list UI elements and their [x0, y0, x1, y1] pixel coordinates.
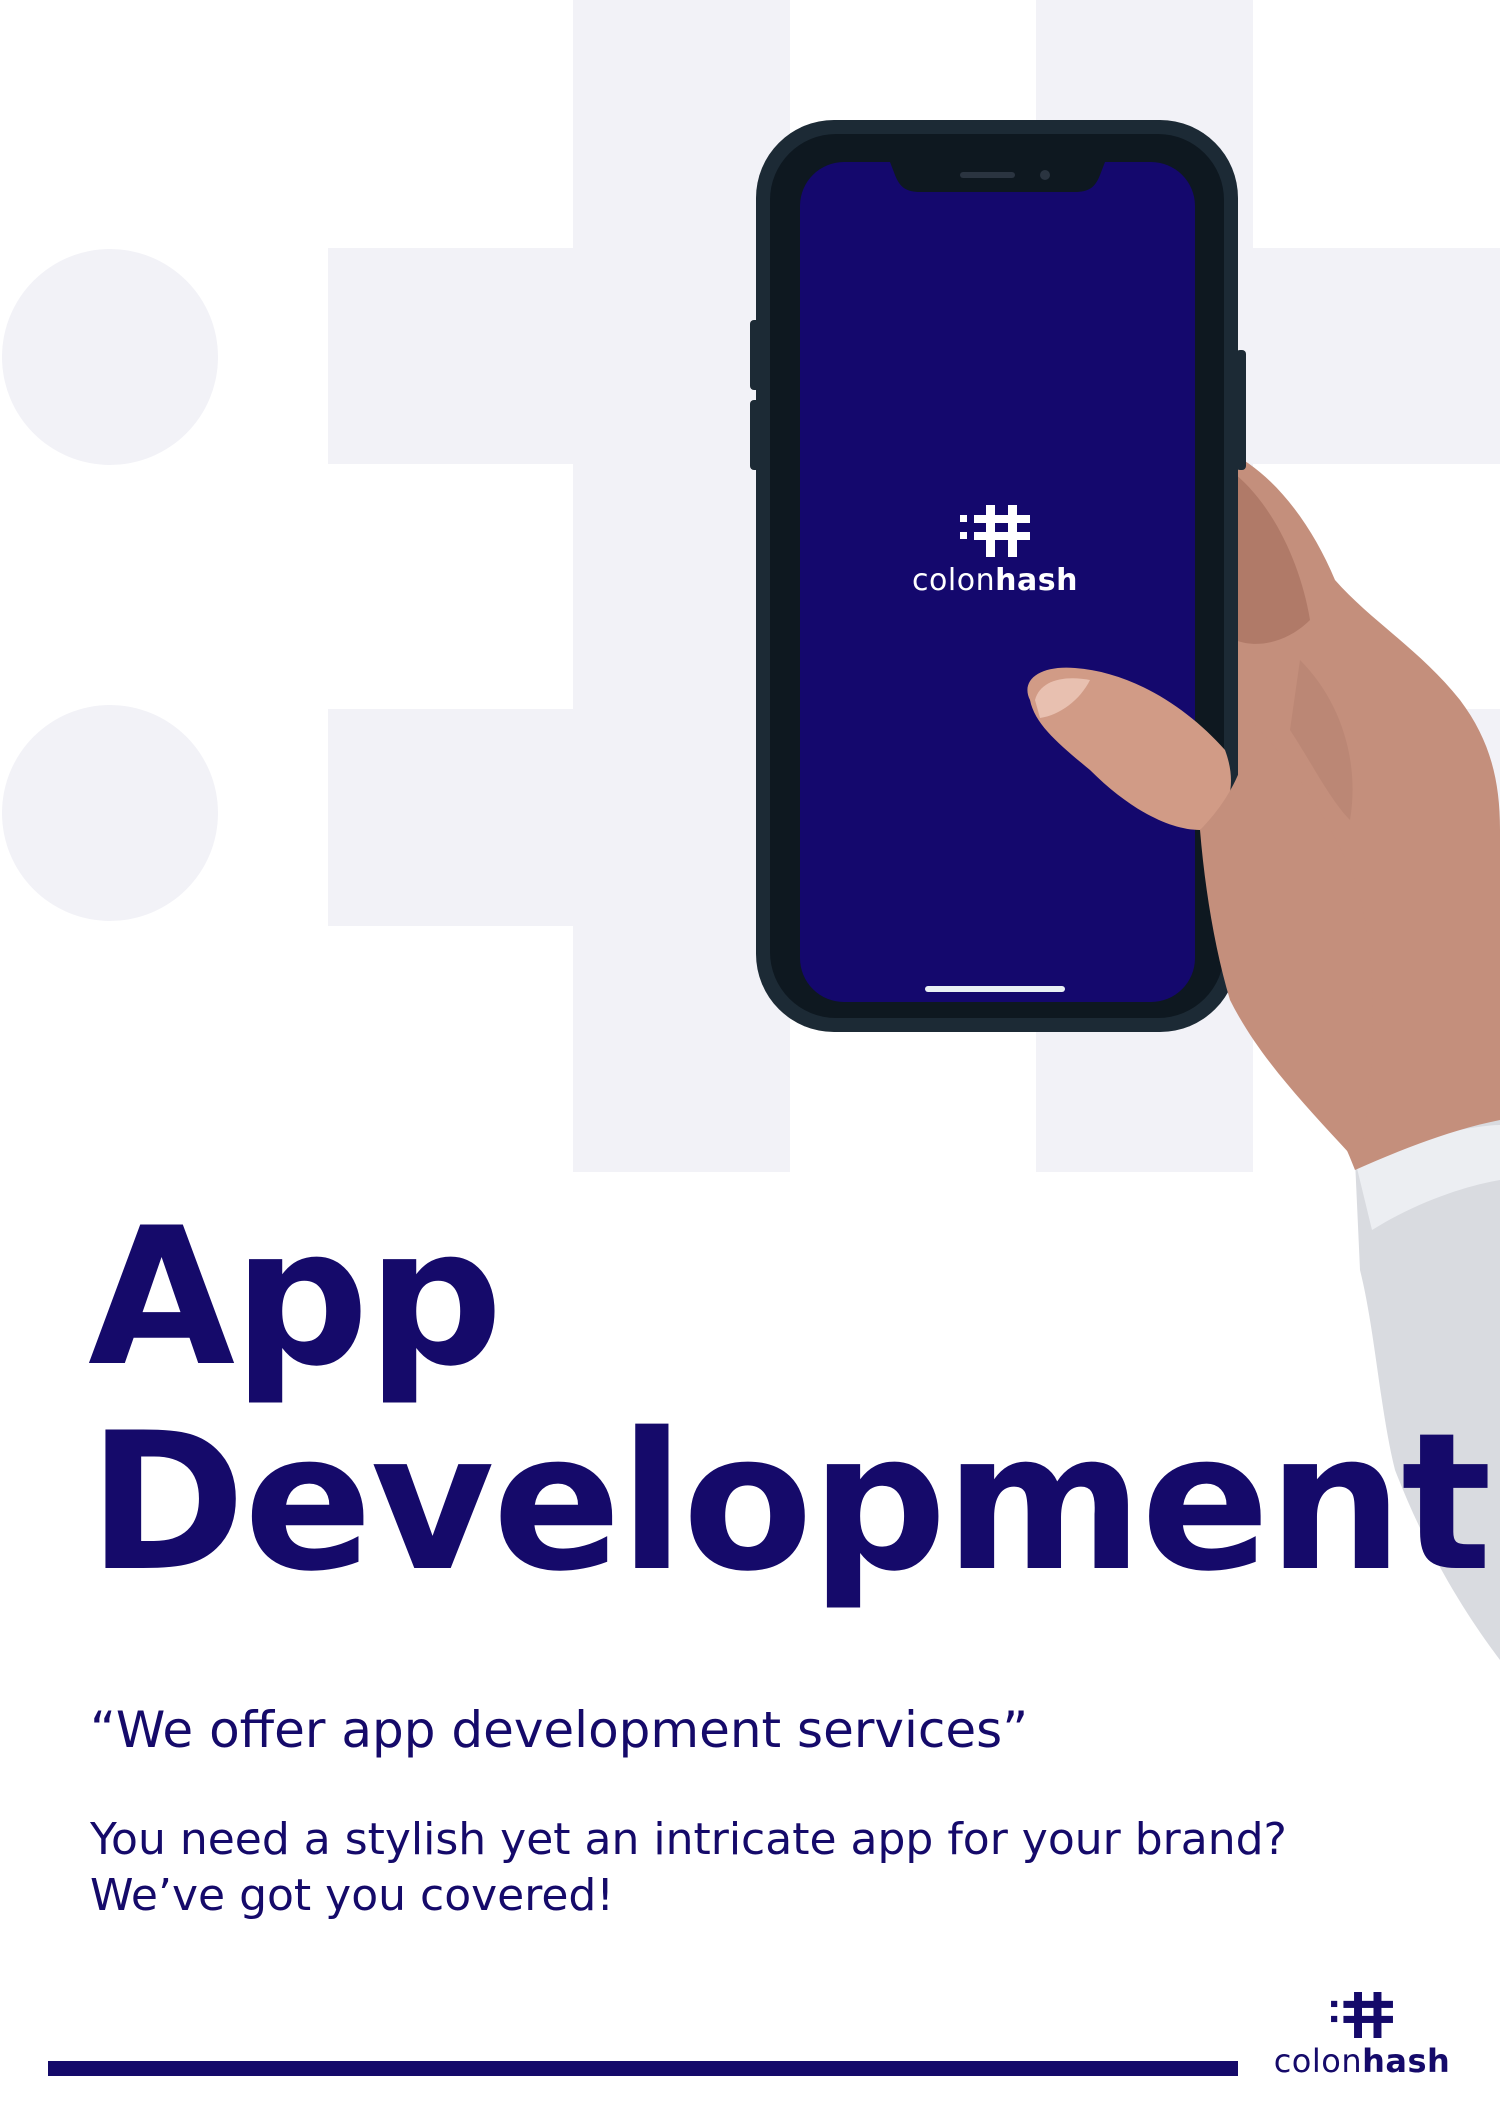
title-line-2: Development [88, 1392, 1492, 1613]
tagline: “We offer app development services” [90, 1701, 1029, 1759]
colonhash-logo-icon [1331, 1992, 1393, 2038]
footer-logo-wordmark: colonhash [1273, 2042, 1451, 2080]
colonhash-logo-icon [960, 505, 1030, 557]
body-line-2: We’ve got you covered! [90, 1870, 614, 1921]
body-line-1: You need a stylish yet an intricate app … [90, 1814, 1287, 1865]
title-line-1: App [88, 1187, 503, 1408]
hand-holding-phone-image [0, 0, 1500, 2123]
footer-logo: colonhash [1262, 1992, 1462, 2080]
page-title: App Development [88, 1187, 1492, 1613]
phone-screen-logo: colonhash [880, 505, 1110, 598]
body-copy: You need a stylish yet an intricate app … [90, 1812, 1410, 1924]
footer-divider [48, 2061, 1238, 2076]
phone-logo-wordmark: colonhash [912, 563, 1078, 598]
